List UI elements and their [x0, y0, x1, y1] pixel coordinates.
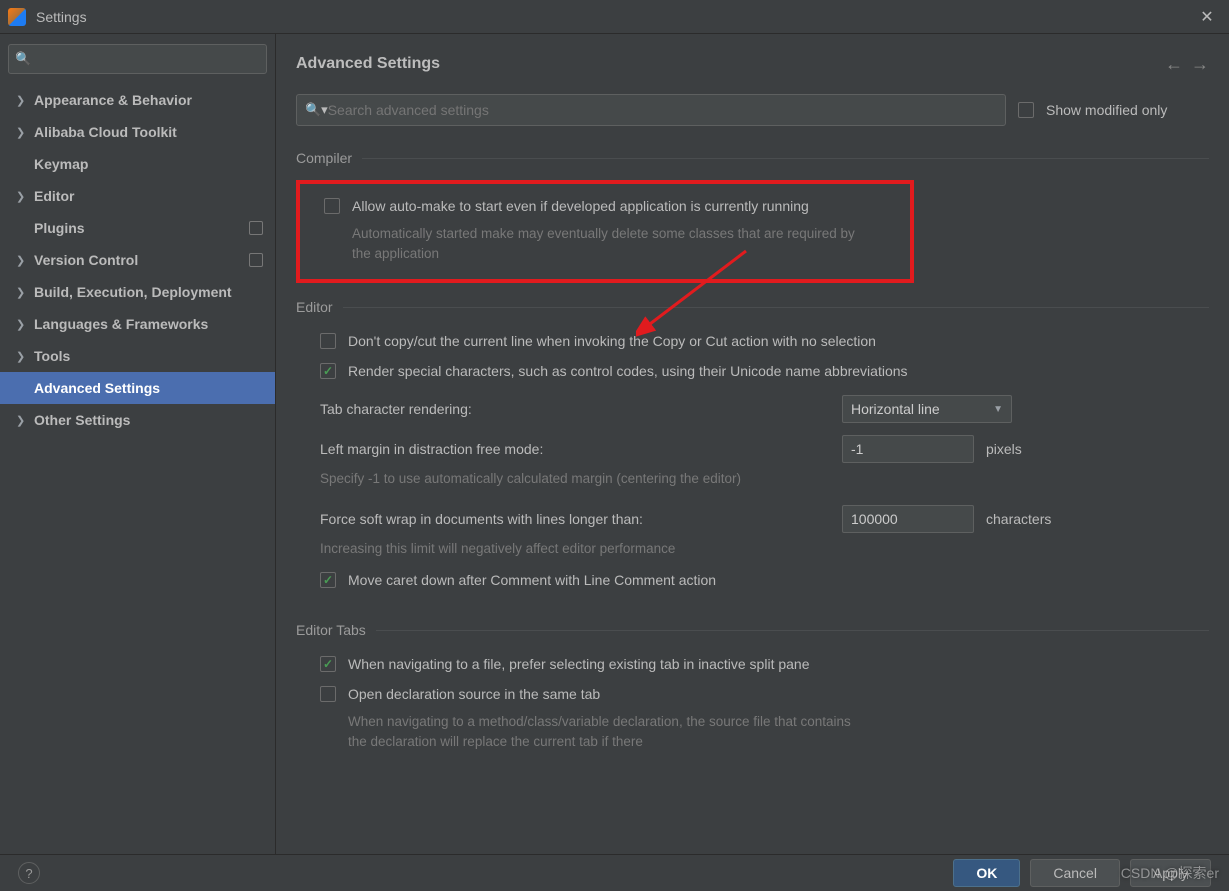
left-margin-suffix: pixels — [986, 441, 1022, 457]
cancel-button[interactable]: Cancel — [1030, 859, 1120, 887]
highlight-box: Allow auto-make to start even if develop… — [296, 180, 914, 283]
allow-automake-help: Automatically started make may eventuall… — [300, 224, 860, 273]
sidebar-item-label: Plugins — [34, 220, 85, 236]
soft-wrap-suffix: characters — [986, 511, 1051, 527]
chevron-right-icon: ❯ — [16, 126, 28, 139]
left-margin-help: Specify -1 to use automatically calculat… — [296, 469, 856, 499]
dont-copy-cut-label: Don't copy/cut the current line when inv… — [348, 333, 876, 349]
main-panel: Advanced Settings ← → 🔍▾ Show modified o… — [276, 34, 1229, 854]
chevron-right-icon: ❯ — [16, 190, 28, 203]
prefer-existing-label: When navigating to a file, prefer select… — [348, 656, 810, 672]
move-caret-label: Move caret down after Comment with Line … — [348, 572, 716, 588]
sidebar-item-languages-frameworks[interactable]: ❯ Languages & Frameworks — [0, 308, 275, 340]
sidebar-item-plugins[interactable]: Plugins — [0, 212, 275, 244]
render-special-label: Render special characters, such as contr… — [348, 363, 908, 379]
badge-icon — [249, 221, 263, 235]
show-modified-checkbox[interactable] — [1018, 102, 1034, 118]
window-title: Settings — [36, 9, 87, 25]
sidebar-item-build-execution-deployment[interactable]: ❯ Build, Execution, Deployment — [0, 276, 275, 308]
sidebar-item-alibaba-cloud-toolkit[interactable]: ❯ Alibaba Cloud Toolkit — [0, 116, 275, 148]
sidebar-item-label: Build, Execution, Deployment — [34, 284, 232, 300]
sidebar-item-label: Languages & Frameworks — [34, 316, 208, 332]
chevron-down-icon: ▼ — [993, 404, 1003, 415]
titlebar: Settings ✕ — [0, 0, 1229, 34]
section-editor-tabs: Editor Tabs — [296, 622, 1209, 638]
chevron-right-icon: ❯ — [16, 286, 28, 299]
advanced-search[interactable]: 🔍▾ — [296, 94, 1006, 126]
sidebar-item-label: Other Settings — [34, 412, 130, 428]
open-decl-help: When navigating to a method/class/variab… — [296, 712, 856, 761]
chevron-right-icon: ❯ — [16, 350, 28, 363]
sidebar-item-editor[interactable]: ❯ Editor — [0, 180, 275, 212]
forward-icon[interactable]: → — [1191, 54, 1209, 75]
sidebar-item-label: Tools — [34, 348, 70, 364]
soft-wrap-help: Increasing this limit will negatively af… — [296, 539, 856, 569]
sidebar-item-keymap[interactable]: Keymap — [0, 148, 275, 180]
settings-tree: ❯ Appearance & Behavior ❯ Alibaba Cloud Too… — [0, 84, 275, 436]
sidebar-item-advanced-settings[interactable]: Advanced Settings — [0, 372, 275, 404]
move-caret-checkbox[interactable] — [320, 572, 336, 588]
left-margin-input[interactable] — [842, 435, 974, 463]
section-editor: Editor — [296, 299, 1209, 315]
left-margin-label: Left margin in distraction free mode: — [320, 441, 830, 457]
sidebar-item-appearance-behavior[interactable]: ❯ Appearance & Behavior — [0, 84, 275, 116]
render-special-checkbox[interactable] — [320, 363, 336, 379]
advanced-search-input[interactable] — [328, 102, 997, 118]
allow-automake-label: Allow auto-make to start even if develop… — [352, 198, 809, 214]
sidebar-item-label: Appearance & Behavior — [34, 92, 192, 108]
sidebar-item-label: Version Control — [34, 252, 138, 268]
chevron-right-icon: ❯ — [16, 414, 28, 427]
prefer-existing-checkbox[interactable] — [320, 656, 336, 672]
page-title: Advanced Settings — [296, 55, 440, 73]
apply-button[interactable]: Apply — [1130, 859, 1211, 887]
app-icon — [8, 8, 26, 26]
open-decl-checkbox[interactable] — [320, 686, 336, 702]
footer: ? OK Cancel Apply — [0, 854, 1229, 891]
sidebar-item-version-control[interactable]: ❯ Version Control — [0, 244, 275, 276]
chevron-right-icon: ❯ — [16, 94, 28, 107]
close-icon[interactable]: ✕ — [1193, 3, 1221, 31]
sidebar: 🔍 ❯ Appearance & Behavior ❯ Alibaba Cloud T… — [0, 34, 276, 854]
search-icon: 🔍 — [15, 51, 31, 67]
sidebar-item-label: Keymap — [34, 156, 88, 172]
ok-button[interactable]: OK — [953, 859, 1020, 887]
tab-render-select[interactable]: Horizontal line▼ — [842, 395, 1012, 423]
help-button[interactable]: ? — [18, 862, 40, 884]
sidebar-search-input[interactable] — [37, 52, 260, 67]
soft-wrap-input[interactable] — [842, 505, 974, 533]
tab-render-label: Tab character rendering: — [320, 401, 830, 417]
sidebar-item-label: Advanced Settings — [34, 380, 160, 396]
search-icon: 🔍▾ — [305, 102, 328, 118]
sidebar-search[interactable]: 🔍 — [8, 44, 267, 74]
sidebar-item-label: Alibaba Cloud Toolkit — [34, 124, 177, 140]
sidebar-item-tools[interactable]: ❯ Tools — [0, 340, 275, 372]
allow-automake-checkbox[interactable] — [324, 198, 340, 214]
section-compiler: Compiler — [296, 150, 1209, 166]
chevron-right-icon: ❯ — [16, 254, 28, 267]
open-decl-label: Open declaration source in the same tab — [348, 686, 600, 702]
soft-wrap-label: Force soft wrap in documents with lines … — [320, 511, 830, 527]
sidebar-item-other-settings[interactable]: ❯ Other Settings — [0, 404, 275, 436]
back-icon[interactable]: ← — [1165, 54, 1183, 75]
show-modified-label: Show modified only — [1046, 102, 1167, 118]
sidebar-item-label: Editor — [34, 188, 74, 204]
dont-copy-cut-checkbox[interactable] — [320, 333, 336, 349]
chevron-right-icon: ❯ — [16, 318, 28, 331]
badge-icon — [249, 253, 263, 267]
